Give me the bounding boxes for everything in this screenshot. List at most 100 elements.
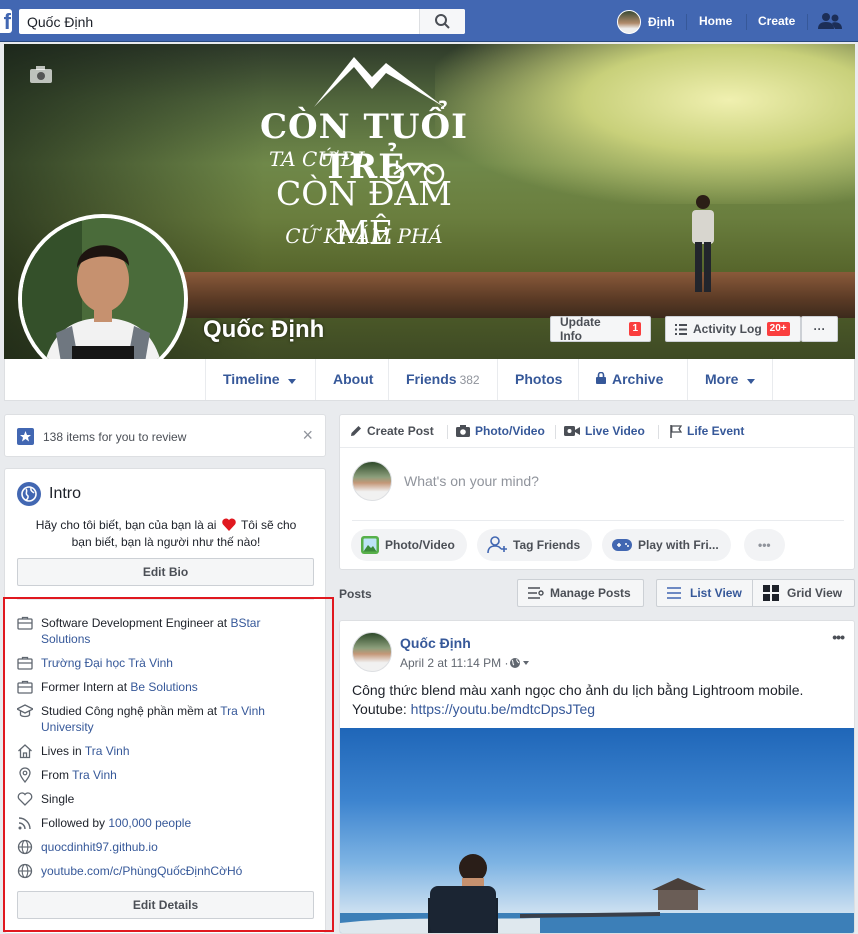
tab-label: Friends (406, 371, 457, 387)
tab-label: Photo/Video (475, 424, 545, 438)
timeline-post: Quốc Định April 2 at 11:14 PM · ••• Công… (339, 620, 855, 934)
camera-icon[interactable] (30, 66, 52, 83)
activity-log-badge: 20+ (766, 322, 790, 336)
cover-quote: CÒN TUỔI TRẺ TA CỨ ĐI CÒN ĐAM MÊ CỨ KHÁM… (244, 44, 484, 264)
tab-label: Create Post (367, 424, 434, 438)
button-label: Grid View (787, 586, 843, 600)
create-post-tab[interactable]: Create Post (350, 424, 434, 438)
divider (340, 447, 854, 448)
divider (658, 425, 659, 439)
bio-text: Tôi sẽ cho (240, 518, 297, 532)
tab-about[interactable]: About (315, 359, 390, 400)
list-icon (675, 323, 687, 335)
flag-icon (670, 424, 682, 438)
avatar[interactable] (352, 461, 392, 501)
list-view-icon (667, 587, 681, 599)
nav-divider (746, 14, 747, 30)
intro-title: Intro (49, 485, 82, 502)
post-body: Công thức blend màu xanh ngọc cho ảnh du… (352, 682, 804, 698)
pill-label: Play with Fri... (638, 538, 719, 552)
search-button[interactable] (419, 9, 465, 34)
tab-label: Live Video (585, 424, 645, 438)
play-with-friends-pill[interactable]: Play with Fri... (602, 529, 731, 561)
update-info-button[interactable]: Update Info 1 (550, 315, 651, 343)
grid-view-icon (763, 585, 779, 601)
heart-icon (222, 518, 236, 531)
nav-profile-link[interactable]: Định (617, 10, 675, 34)
divider (555, 425, 556, 439)
nav-divider (807, 14, 808, 30)
nav-create-link[interactable]: Create (758, 14, 795, 28)
edit-bio-button[interactable]: Edit Bio (17, 558, 314, 586)
post-author[interactable]: Quốc Định (400, 635, 471, 651)
camera-icon (456, 425, 470, 437)
search-icon (435, 14, 450, 29)
divider (447, 425, 448, 439)
tab-label: Archive (612, 371, 664, 387)
photo-icon (361, 536, 379, 554)
facebook-logo[interactable]: f (0, 9, 12, 33)
quote-line: TA CỨ ĐI (269, 147, 365, 171)
post-text: Công thức blend màu xanh ngọc cho ảnh du… (352, 681, 842, 719)
pill-label: Photo/Video (385, 538, 455, 552)
review-items-card[interactable]: 138 items for you to review × (4, 414, 326, 457)
tab-more[interactable]: More (687, 359, 774, 400)
post-body: Youtube: (352, 701, 411, 717)
search-bar (19, 9, 465, 34)
profile-name[interactable]: Quốc Định (203, 316, 324, 344)
chevron-down-icon (288, 379, 297, 384)
tag-friends-pill[interactable]: Tag Friends (477, 529, 593, 561)
cover-railing (174, 272, 855, 318)
photo-video-tab[interactable]: Photo/Video (456, 424, 545, 438)
video-camera-icon (564, 426, 580, 436)
more-dots-icon: ··· (813, 322, 826, 336)
highlight-box (3, 597, 334, 932)
list-view-button[interactable]: List View (656, 579, 753, 607)
update-info-label: Update Info (560, 315, 601, 343)
manage-posts-button[interactable]: Manage Posts (517, 579, 644, 607)
live-video-tab[interactable]: Live Video (564, 424, 645, 438)
youtube-link[interactable]: https://youtu.be/mdtcDpsJTeg (411, 701, 595, 717)
whats-on-your-mind-input[interactable]: What's on your mind? (404, 473, 539, 489)
divider (352, 520, 844, 521)
activity-log-label: Activity Log (693, 322, 762, 336)
profile-photo (22, 218, 184, 380)
tab-archive[interactable]: Archive (578, 359, 680, 400)
nav-home-link[interactable]: Home (699, 14, 732, 28)
bio-text: Hãy cho tôi biết, bạn của bạn là ai (35, 518, 217, 532)
nav-divider (686, 14, 687, 30)
post-menu-icon[interactable]: ••• (832, 629, 845, 645)
globe-icon (17, 482, 41, 506)
close-icon[interactable]: × (302, 425, 313, 446)
avatar[interactable] (352, 632, 392, 672)
post-date[interactable]: April 2 at 11:14 PM · (400, 656, 509, 670)
pencil-icon (351, 426, 361, 436)
more-options-pill[interactable]: ••• (744, 529, 785, 561)
audience-globe-icon[interactable] (509, 657, 529, 669)
friend-requests-icon[interactable] (818, 12, 842, 30)
manage-icon (528, 586, 544, 599)
post-photo[interactable] (340, 728, 854, 933)
tab-timeline[interactable]: Timeline (205, 359, 313, 400)
lock-icon (596, 371, 606, 384)
friends-count: 382 (459, 373, 480, 387)
life-event-tab[interactable]: Life Event (670, 424, 744, 438)
cover-sky (435, 44, 855, 204)
search-input[interactable] (19, 9, 419, 34)
cover-more-button[interactable]: ··· (801, 316, 838, 342)
review-text: 138 items for you to review (43, 430, 187, 444)
grid-view-button[interactable]: Grid View (752, 579, 855, 607)
avatar (617, 10, 641, 34)
posts-label: Posts (339, 587, 372, 601)
profile-tab-bar: Timeline About Friends 382 Photos Archive… (4, 359, 855, 401)
bio-text: bạn biết, bạn là người như thế nào! (71, 535, 261, 549)
photo-video-pill[interactable]: Photo/Video (351, 529, 467, 561)
tab-friends[interactable]: Friends 382 (388, 359, 497, 400)
activity-log-button[interactable]: Activity Log 20+ (665, 316, 801, 342)
button-label: Manage Posts (550, 586, 631, 600)
quote-line: CỨ KHÁM PHÁ (285, 224, 443, 248)
cover-person-figure (692, 195, 714, 292)
tab-photos[interactable]: Photos (497, 359, 579, 400)
button-label: List View (690, 586, 742, 600)
profile-person-figure (22, 218, 184, 380)
